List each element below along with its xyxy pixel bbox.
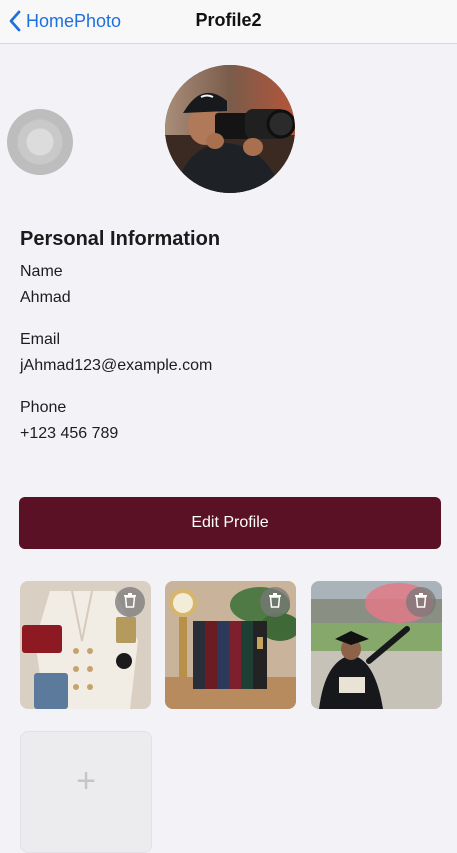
photo-thumbnail-2[interactable] xyxy=(165,581,296,709)
photo-thumbnail-3[interactable] xyxy=(311,581,442,709)
plus-icon: + xyxy=(76,762,96,800)
delete-photo-3-button[interactable] xyxy=(406,587,436,617)
add-photo-button[interactable]: + xyxy=(20,731,152,853)
section-title: Personal Information xyxy=(20,228,221,250)
name-value: Ahmad xyxy=(20,289,71,306)
page-title: Profile2 xyxy=(195,10,262,30)
navigation-bar: HomePhoto Profile2 xyxy=(0,0,457,44)
phone-value: +123 456 789 xyxy=(20,425,119,442)
email-value: jAhmad123@example.com xyxy=(20,357,213,374)
trash-icon xyxy=(267,592,283,613)
profile-avatar[interactable] xyxy=(165,65,295,193)
trash-icon xyxy=(122,592,138,613)
email-label: Email xyxy=(20,331,61,348)
delete-photo-2-button[interactable] xyxy=(260,587,290,617)
phone-label: Phone xyxy=(20,399,67,416)
photo-thumbnail-1[interactable] xyxy=(20,581,151,709)
name-label: Name xyxy=(20,263,63,280)
edit-profile-button[interactable]: Edit Profile xyxy=(19,497,441,549)
delete-photo-1-button[interactable] xyxy=(115,587,145,617)
trash-icon xyxy=(413,592,429,613)
loading-spinner xyxy=(7,109,73,175)
